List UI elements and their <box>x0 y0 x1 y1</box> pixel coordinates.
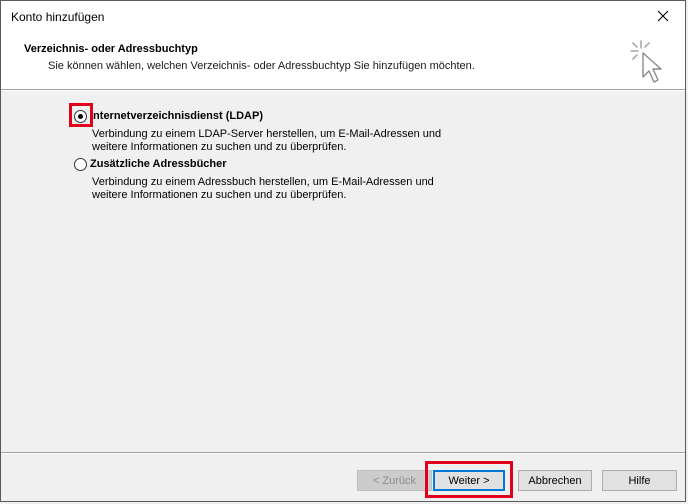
address-books-description: Verbindung zu einem Adressbuch herstelle… <box>92 176 434 201</box>
ldap-radio[interactable] <box>74 110 87 123</box>
address-books-label[interactable]: Zusätzliche Adressbücher <box>90 158 227 170</box>
wizard-cursor-icon <box>630 40 662 83</box>
ldap-description: Verbindung zu einem LDAP-Server herstell… <box>92 128 442 153</box>
window-title: Konto hinzufügen <box>11 10 105 24</box>
page-title: Verzeichnis- oder Adressbuchtyp <box>24 43 198 55</box>
title-bar: Konto hinzufügen <box>1 1 685 31</box>
ldap-label[interactable]: Internetverzeichnisdienst (LDAP) <box>90 110 263 122</box>
back-button[interactable]: < Zurück <box>357 470 432 491</box>
page-subtitle: Sie können wählen, welchen Verzeichnis- … <box>48 60 475 72</box>
cancel-button[interactable]: Abbrechen <box>518 470 592 491</box>
add-account-dialog: Konto hinzufügen Verzeichnis- oder Adres… <box>0 0 686 502</box>
address-books-radio[interactable] <box>74 158 87 171</box>
next-button[interactable]: Weiter > <box>433 470 505 491</box>
close-icon <box>657 10 669 22</box>
close-button[interactable] <box>641 1 685 31</box>
wizard-header: Verzeichnis- oder Adressbuchtyp Sie könn… <box>1 31 685 89</box>
help-button[interactable]: Hilfe <box>602 470 677 491</box>
